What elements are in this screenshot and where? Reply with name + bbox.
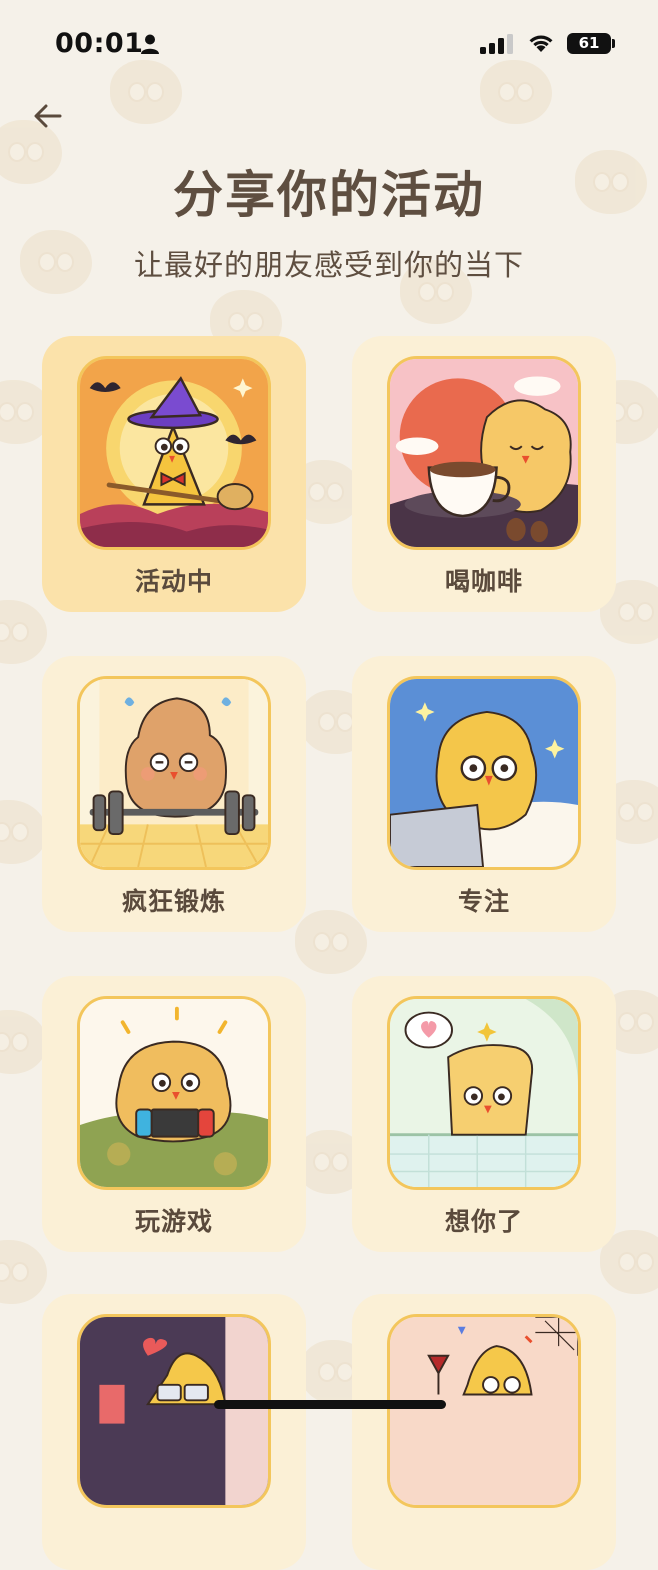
- activity-image-gaming: [77, 996, 271, 1190]
- wifi-icon: [529, 35, 553, 52]
- activity-image-witch: [77, 356, 271, 550]
- activity-image-party: [387, 1314, 581, 1508]
- activity-card-movie[interactable]: [42, 1294, 306, 1570]
- activity-label: 疯狂锻炼: [121, 887, 226, 916]
- activity-label: 想你了: [444, 1207, 523, 1236]
- activity-card-active[interactable]: 活动中: [42, 336, 306, 612]
- activity-label: 玩游戏: [134, 1207, 213, 1236]
- activity-card-coffee[interactable]: 喝咖啡: [352, 336, 616, 612]
- back-button[interactable]: [28, 96, 68, 136]
- activity-card-workout[interactable]: 疯狂锻炼: [42, 656, 306, 932]
- activity-card-party[interactable]: [352, 1294, 616, 1570]
- signal-icon: [480, 34, 513, 54]
- person-icon: [141, 34, 159, 54]
- activity-image-miss-you: [387, 996, 581, 1190]
- status-time: 00:01: [55, 28, 144, 59]
- activity-image-coffee: [387, 356, 581, 550]
- activity-label: 专注: [457, 887, 510, 916]
- activity-card-focus[interactable]: 专注: [352, 656, 616, 932]
- activity-image-movie: [77, 1314, 271, 1508]
- activity-card-gaming[interactable]: 玩游戏: [42, 976, 306, 1252]
- activity-image-focus: [387, 676, 581, 870]
- activity-label: 喝咖啡: [444, 567, 523, 596]
- battery-icon: 61: [567, 33, 611, 54]
- status-bar: 00:01 61: [0, 0, 658, 88]
- activity-card-miss-you[interactable]: 想你了: [352, 976, 616, 1252]
- battery-level: 61: [578, 34, 600, 52]
- page-subtitle: 让最好的朋友感受到你的当下: [133, 248, 524, 282]
- page-title: 分享你的活动: [173, 166, 485, 224]
- arrow-left-icon: [34, 104, 62, 128]
- battery-cap: [612, 39, 615, 48]
- activity-image-workout: [77, 676, 271, 870]
- home-indicator: [214, 1400, 446, 1409]
- activity-label: 活动中: [134, 567, 213, 596]
